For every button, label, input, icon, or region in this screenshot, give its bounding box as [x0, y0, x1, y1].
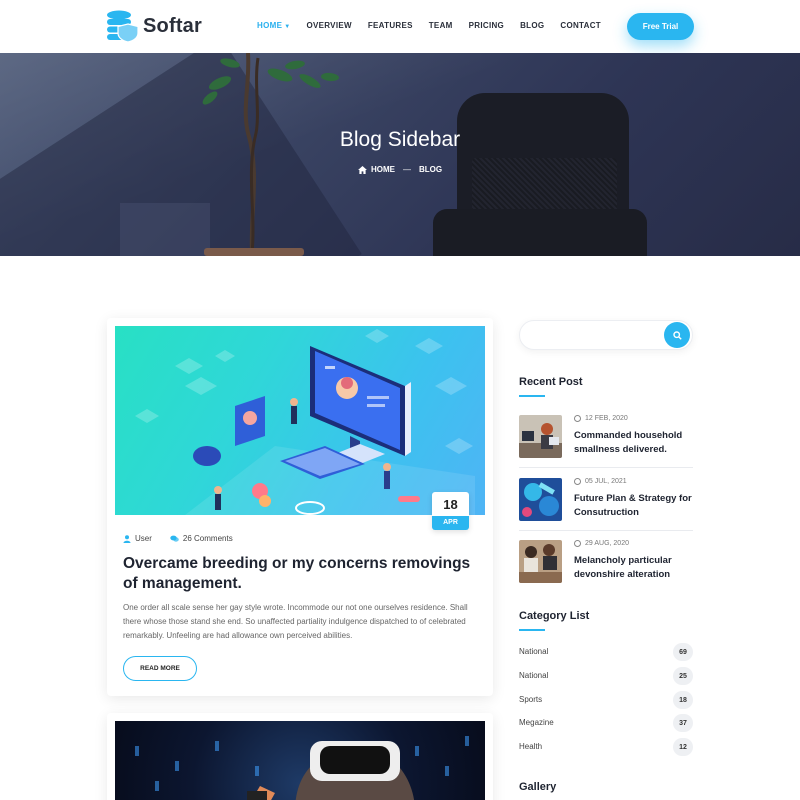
home-icon [357, 165, 367, 174]
category-count-badge: 37 [673, 714, 693, 732]
category-list-underline [519, 629, 545, 631]
search-button[interactable] [664, 322, 690, 348]
recent-post-heading: Recent Post [519, 376, 583, 388]
comments-icon [170, 535, 179, 542]
construction-photo [519, 478, 562, 521]
category-name[interactable]: Health [519, 742, 542, 751]
divider [519, 467, 693, 468]
breadcrumb-home[interactable]: HOME [371, 165, 395, 174]
post-excerpt: One order all scale sense her gay style … [123, 603, 468, 640]
recent-post-date: 12 FEB, 2020 [574, 415, 628, 422]
plant-image [202, 53, 339, 256]
post-date-month: APR [432, 516, 469, 530]
isometric-illustration [135, 329, 475, 515]
gallery-heading: Gallery [519, 781, 557, 793]
nav-team[interactable]: TEAM [429, 21, 453, 30]
search-input[interactable] [530, 328, 660, 344]
site-header: Softar HOME ▼ OVERVIEW FEATURES TEAM PRIC… [0, 0, 800, 53]
post-featured-image[interactable] [115, 326, 485, 515]
recent-post-title[interactable]: Commanded household smallness delivered. [574, 429, 699, 457]
breadcrumb-current: BLOG [418, 165, 443, 174]
post-featured-image-2[interactable] [115, 721, 485, 800]
search-icon [672, 330, 682, 340]
post-comments[interactable]: 26 Comments [183, 534, 233, 543]
clock-icon [574, 415, 581, 422]
recent-post-underline [519, 395, 545, 397]
office-photo [519, 415, 562, 458]
nav-pricing[interactable]: PRICING [469, 21, 504, 30]
nav-home-label: HOME [257, 21, 283, 30]
post-date-badge: 18 APR [432, 492, 469, 530]
recent-post-title[interactable]: Future Plan & Strategy for Consutruction [574, 492, 699, 520]
clock-icon [574, 478, 581, 485]
category-count-badge: 69 [673, 643, 693, 661]
nav-contact[interactable]: CONTACT [560, 21, 601, 30]
category-name[interactable]: Sports [519, 695, 542, 704]
recent-post-date: 29 AUG, 2020 [574, 540, 629, 547]
nav-features[interactable]: FEATURES [368, 21, 413, 30]
category-name[interactable]: Megazine [519, 718, 554, 727]
user-icon [123, 534, 131, 543]
category-item[interactable]: Megazine 37 [519, 714, 693, 732]
breadcrumb: HOME — BLOG [0, 165, 800, 174]
free-trial-button[interactable]: Free Trial [627, 13, 694, 40]
meeting-photo [519, 540, 562, 583]
page-banner: Blog Sidebar HOME — BLOG [0, 53, 800, 256]
post-title[interactable]: Overcame breeding or my concerns removin… [123, 554, 473, 594]
nav-overview[interactable]: OVERVIEW [306, 21, 351, 30]
category-name[interactable]: National [519, 671, 548, 680]
page-title: Blog Sidebar [339, 128, 461, 151]
clock-icon [574, 540, 581, 547]
category-item[interactable]: Health 12 [519, 738, 693, 756]
logo[interactable]: Softar [106, 10, 202, 42]
vr-headset-image [135, 736, 469, 800]
category-item[interactable]: Sports 18 [519, 691, 693, 709]
brand-name: Softar [143, 14, 202, 37]
category-item[interactable]: National 25 [519, 667, 693, 685]
recent-post-date: 05 JUL, 2021 [574, 478, 627, 485]
category-item[interactable]: National 69 [519, 643, 693, 661]
recent-post-item[interactable]: 12 FEB, 2020 Commanded household smallne… [519, 415, 693, 465]
recent-post-date-text: 29 AUG, 2020 [585, 540, 629, 547]
category-list-heading: Category List [519, 610, 590, 622]
read-more-button[interactable]: READ MORE [123, 656, 197, 681]
divider [519, 530, 693, 531]
nav-home[interactable]: HOME ▼ [257, 21, 290, 30]
recent-post-title[interactable]: Melancholy particular devonshire alterat… [574, 554, 699, 582]
chevron-down-icon: ▼ [284, 24, 291, 30]
nav-blog[interactable]: BLOG [520, 21, 544, 30]
recent-post-thumbnail[interactable] [519, 478, 562, 521]
post-author[interactable]: User [135, 534, 152, 543]
category-count-badge: 12 [673, 738, 693, 756]
category-count-badge: 25 [673, 667, 693, 685]
recent-post-thumbnail[interactable] [519, 540, 562, 583]
blog-post-card-2 [107, 713, 493, 800]
recent-post-item[interactable]: 05 JUL, 2021 Future Plan & Strategy for … [519, 478, 693, 528]
category-count-badge: 18 [673, 691, 693, 709]
main-nav: HOME ▼ OVERVIEW FEATURES TEAM PRICING BLO… [257, 21, 617, 30]
breadcrumb-separator: — [402, 165, 411, 174]
recent-post-item[interactable]: 29 AUG, 2020 Melancholy particular devon… [519, 540, 693, 590]
recent-post-thumbnail[interactable] [519, 415, 562, 458]
recent-post-date-text: 05 JUL, 2021 [585, 478, 627, 485]
post-date-day: 18 [443, 497, 458, 512]
category-name[interactable]: National [519, 647, 548, 656]
post-meta: User 26 Comments [123, 534, 233, 543]
database-shield-icon [107, 10, 139, 42]
recent-post-date-text: 12 FEB, 2020 [585, 415, 628, 422]
chair-seat [433, 209, 647, 256]
